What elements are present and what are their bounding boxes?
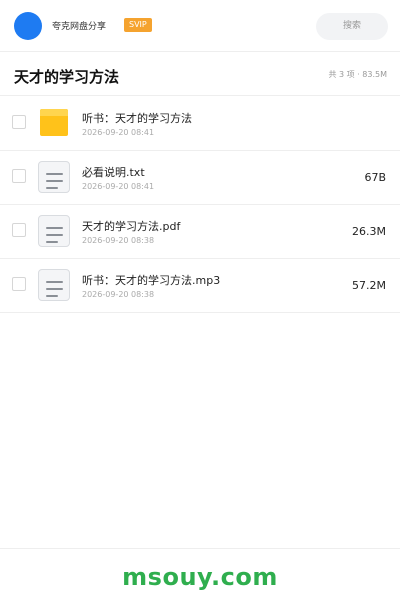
search-button[interactable]: 搜索 — [316, 13, 388, 40]
file-date: 2026-09-20 08:38 — [82, 236, 155, 245]
file-size: 57.2M — [352, 279, 386, 292]
file-date: 2026-09-20 08:38 — [82, 290, 155, 299]
folder-header: 天才的学习方法 共 3 项 · 83.5M — [0, 52, 400, 96]
file-thumbnail — [38, 215, 70, 247]
document-icon — [38, 269, 70, 301]
svip-badge: SVIP — [124, 18, 152, 32]
select-checkbox[interactable] — [12, 169, 26, 183]
document-icon — [38, 215, 70, 247]
file-name[interactable]: 必看说明.txt — [82, 164, 145, 180]
file-row[interactable]: 天才的学习方法.pdf 2026-09-20 08:38 26.3M — [0, 205, 400, 259]
folder-icon — [40, 109, 68, 136]
file-row[interactable]: 必看说明.txt 2026-09-20 08:41 67B — [0, 151, 400, 205]
folder-title: 天才的学习方法 — [14, 68, 120, 86]
share-page: 夸克网盘分享 SVIP 搜索 天才的学习方法 共 3 项 · 83.5M 听书：… — [0, 0, 400, 600]
file-thumbnail — [38, 269, 70, 301]
file-row[interactable]: 听书：天才的学习方法 2026-09-20 08:41 — [0, 97, 400, 151]
app-name: 夸克网盘分享 — [52, 22, 107, 32]
file-date: 2026-09-20 08:41 — [82, 182, 155, 191]
file-name[interactable]: 听书：天才的学习方法.mp3 — [82, 272, 220, 288]
file-list: 听书：天才的学习方法 2026-09-20 08:41 必看说明.txt 202… — [0, 97, 400, 313]
select-checkbox[interactable] — [12, 277, 26, 291]
file-row[interactable]: 听书：天才的学习方法.mp3 2026-09-20 08:38 57.2M — [0, 259, 400, 313]
folder-meta: 共 3 项 · 83.5M — [328, 70, 387, 79]
footer: msouy.com — [0, 548, 400, 600]
document-icon — [38, 161, 70, 193]
top-bar: 夸克网盘分享 SVIP 搜索 — [0, 0, 400, 52]
file-thumbnail — [38, 107, 70, 139]
file-size: 67B — [364, 171, 386, 184]
site-watermark: msouy.com — [122, 563, 278, 591]
file-name[interactable]: 天才的学习方法.pdf — [82, 218, 180, 234]
select-checkbox[interactable] — [12, 223, 26, 237]
file-date: 2026-09-20 08:41 — [82, 128, 155, 137]
file-thumbnail — [38, 161, 70, 193]
file-name[interactable]: 听书：天才的学习方法 — [82, 110, 192, 126]
select-checkbox[interactable] — [12, 115, 26, 129]
user-avatar[interactable] — [14, 12, 42, 40]
file-size: 26.3M — [352, 225, 386, 238]
